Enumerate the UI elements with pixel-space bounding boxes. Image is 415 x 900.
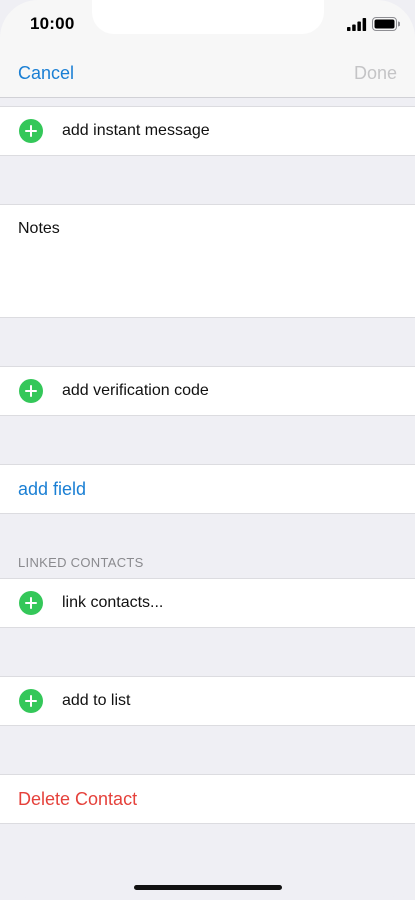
add-instant-message-row[interactable]: add instant message — [0, 106, 415, 156]
delete-contact-button[interactable]: Delete Contact — [18, 789, 137, 810]
notes-label: Notes — [18, 220, 60, 237]
link-contacts-row[interactable]: link contacts... — [0, 578, 415, 628]
notes-field[interactable]: Notes — [0, 204, 415, 318]
home-indicator[interactable] — [134, 885, 282, 890]
screen: 10:00 Cancel Done add instant message No… — [0, 0, 415, 900]
status-time: 10:00 — [30, 14, 75, 33]
add-field-button[interactable]: add field — [18, 479, 86, 500]
add-circle-icon[interactable] — [19, 119, 43, 143]
add-to-list-label: add to list — [62, 692, 131, 709]
cellular-signal-icon — [347, 18, 367, 31]
delete-contact-row[interactable]: Delete Contact — [0, 774, 415, 824]
add-circle-icon[interactable] — [19, 591, 43, 615]
notch — [92, 0, 324, 34]
cancel-button[interactable]: Cancel — [18, 63, 74, 84]
add-verification-code-row[interactable]: add verification code — [0, 366, 415, 416]
add-circle-icon[interactable] — [19, 379, 43, 403]
status-bar: 10:00 — [0, 0, 415, 50]
add-circle-icon[interactable] — [19, 689, 43, 713]
add-to-list-row[interactable]: add to list — [0, 676, 415, 726]
battery-icon — [372, 17, 400, 31]
navigation-bar: Cancel Done — [0, 50, 415, 98]
add-verification-code-label: add verification code — [62, 382, 209, 399]
add-instant-message-label: add instant message — [62, 122, 210, 139]
link-contacts-label: link contacts... — [62, 594, 164, 611]
add-field-row[interactable]: add field — [0, 464, 415, 514]
linked-contacts-header: LINKED CONTACTS — [18, 555, 144, 570]
done-button[interactable]: Done — [354, 63, 397, 84]
